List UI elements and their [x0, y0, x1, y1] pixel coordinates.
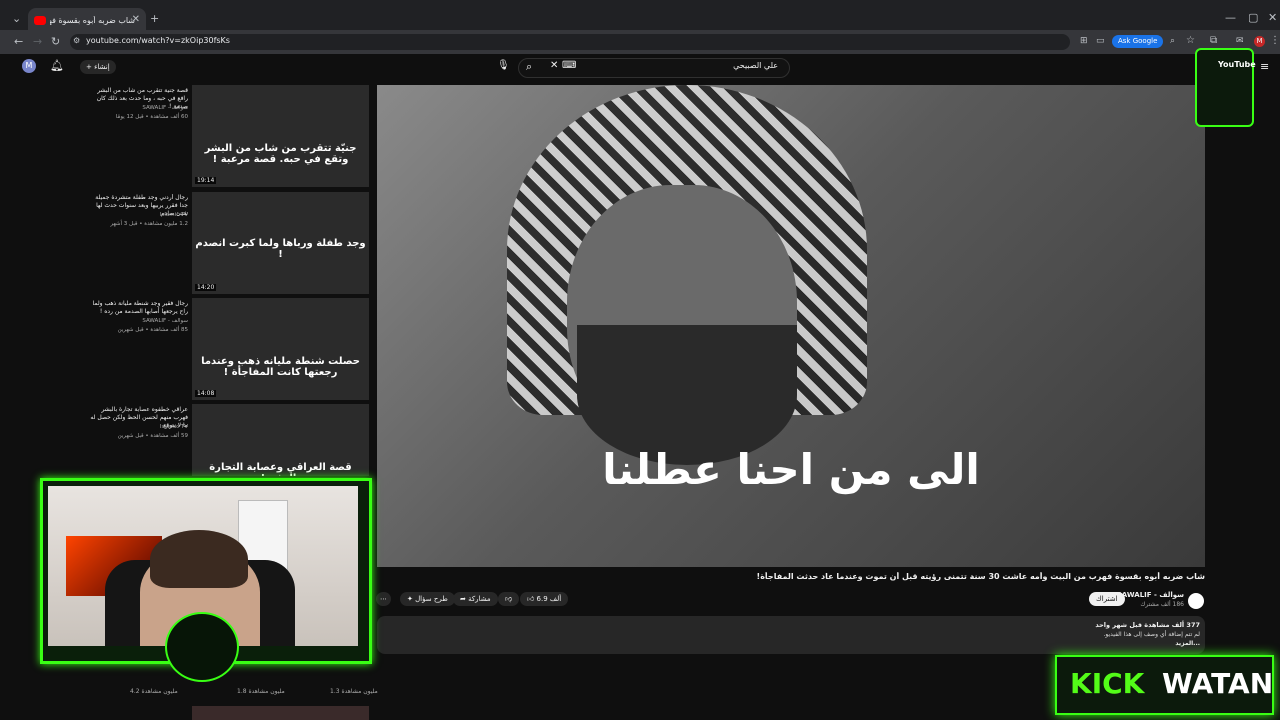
voice-search-icon[interactable]: 🎙︎: [497, 60, 510, 71]
recommendation-thumbnail[interactable]: حصلت شنطة مليانه ذهب وعندما رجعتها كانت …: [192, 298, 369, 400]
notifications-bell-icon[interactable]: 🔔︎: [50, 59, 64, 72]
profile-avatar[interactable]: M: [1254, 36, 1265, 47]
duration-badge: 14:20: [195, 284, 217, 291]
recommendation-meta: 1.8 مليون مشاهدة: [237, 688, 285, 695]
close-tab-icon[interactable]: ✕: [132, 14, 140, 25]
thumbs-down-icon: 👎︎: [505, 595, 513, 603]
ask-google-button[interactable]: Ask Google: [1112, 35, 1164, 48]
zoom-icon[interactable]: ⌕: [1170, 36, 1175, 46]
browser-menu-icon[interactable]: ⋮: [1270, 35, 1280, 46]
subscribe-button[interactable]: اشتراك: [1089, 592, 1125, 606]
thumbnail-caption: وجد طفلة ورباها ولما كبرت انصدم !: [195, 238, 366, 260]
video-caption: الى من احنا عطلنا: [602, 445, 980, 494]
recommendation-meta: 60 ألف مشاهدة • قبل 12 يومًا: [115, 114, 188, 120]
back-icon[interactable]: ←: [14, 35, 23, 48]
description-text: لم تتم إضافة أي وصف إلى هذا الفيديو.: [1103, 631, 1200, 638]
recommendation-channel[interactable]: Islamic TV: [85, 212, 188, 218]
recommendation-meta: 85 ألف مشاهدة • قبل شهرين: [117, 327, 188, 333]
bookmark-star-icon[interactable]: ☆: [1186, 35, 1195, 46]
recommendation-meta: 1.2 مليون مشاهدة • قبل 3 أشهر: [110, 221, 188, 227]
reload-icon[interactable]: ↻: [51, 35, 60, 48]
like-count: 6.9 ألف: [536, 595, 562, 603]
new-tab-icon[interactable]: +: [150, 12, 159, 25]
cast-icon[interactable]: ▭: [1096, 36, 1105, 46]
search-input[interactable]: علي الصبيحي: [520, 61, 778, 70]
recommendation-thumbnail[interactable]: وجد طفلة ورباها ولما كبرت انصدم ! 14:20: [192, 192, 369, 294]
thumbs-up-icon: 👍︎: [527, 595, 537, 603]
plus-icon: +: [86, 63, 95, 71]
minimize-icon[interactable]: —: [1225, 11, 1236, 24]
duration-badge: 19:14: [195, 177, 217, 184]
recommendation-thumbnail[interactable]: جنيّة تتقرب من شاب من البشر وتقع في حبه.…: [192, 85, 369, 187]
guide-menu-icon[interactable]: ≡: [1260, 60, 1269, 73]
forward-icon[interactable]: →: [33, 35, 42, 48]
share-icon: ➦: [460, 595, 469, 603]
ask-label: طرح سؤال: [415, 595, 448, 603]
thumbnail-caption: جنيّة تتقرب من شاب من البشر وتقع في حبه.…: [204, 143, 357, 165]
youtube-favicon-icon: [34, 16, 46, 25]
recommendation-channel[interactable]: سوالف - SAWALIF: [85, 318, 188, 324]
recommendation-meta: 1.3 مليون مشاهدة: [330, 688, 378, 695]
channel-avatar[interactable]: [1188, 593, 1204, 609]
account-avatar[interactable]: M: [22, 59, 36, 73]
streamer-hair: [150, 530, 248, 588]
video-title: شاب ضربه أبوه بقسوة فهرب من البيت وأمه ع…: [756, 572, 1205, 581]
watan-word: WATAN: [1162, 667, 1274, 700]
recommendation-meta: 4.2 مليون مشاهدة: [130, 688, 178, 695]
beard-shape: [577, 325, 797, 465]
maximize-icon[interactable]: ▢: [1248, 11, 1258, 24]
recommendation-meta: 59 ألف مشاهدة • قبل شهرين: [117, 433, 188, 439]
url-text[interactable]: youtube.com/watch?v=zkOip30fsKs: [86, 36, 230, 45]
share-button[interactable]: ➦ مشاركة: [453, 592, 498, 606]
translate-icon[interactable]: ⊞: [1080, 36, 1088, 46]
sparkle-icon: ✦: [407, 595, 416, 603]
share-label: مشاركة: [468, 595, 491, 603]
recommendation-title[interactable]: رجال فقير وجد شنطة مليانة ذهب ولما راح ي…: [85, 300, 188, 316]
dislike-button[interactable]: 👎︎: [498, 592, 520, 606]
description-more[interactable]: ...المزيد: [900, 640, 1200, 647]
more-actions-button[interactable]: ⋯: [376, 592, 391, 606]
views-date: 377 ألف مشاهدة قبل شهر واحد: [1095, 621, 1200, 629]
thumbnail-caption: حصلت شنطة مليانه ذهب وعندما رجعتها كانت …: [201, 356, 360, 378]
extensions-icon[interactable]: ⧉: [1210, 35, 1217, 46]
create-button[interactable]: + إنشاء: [80, 60, 116, 74]
tab-title: شاب ضربه أبوه بقسوة فهرب: [50, 16, 135, 25]
ask-button[interactable]: ✦ طرح سؤال: [400, 592, 455, 606]
close-window-icon[interactable]: ✕: [1268, 11, 1277, 24]
like-button[interactable]: 👍︎ 6.9 ألف: [520, 592, 569, 606]
kick-word: KICK: [1070, 667, 1145, 700]
recommendation-thumbnail[interactable]: قصة العراقي وعصابة التجارة بالبشر !: [192, 404, 369, 476]
site-info-icon[interactable]: ⚙: [73, 36, 80, 45]
create-label: إنشاء: [94, 63, 110, 71]
thumbnail-caption: قصة العراقي وعصابة التجارة بالبشر !: [209, 462, 352, 476]
mail-icon[interactable]: ✉: [1236, 36, 1244, 46]
duration-badge: 14:08: [195, 390, 217, 397]
tab-search-icon[interactable]: ⌄: [12, 12, 21, 25]
youtube-logo[interactable]: YouTube: [1218, 60, 1256, 69]
recommendation-thumbnail[interactable]: [192, 706, 369, 720]
watan-emblem-icon: [165, 612, 239, 682]
video-player[interactable]: الى من احنا عطلنا: [377, 85, 1205, 567]
recommendation-channel[interactable]: Islamic TV: [85, 424, 188, 430]
recommendation-channel[interactable]: سوالف - SAWALIF: [85, 105, 188, 111]
